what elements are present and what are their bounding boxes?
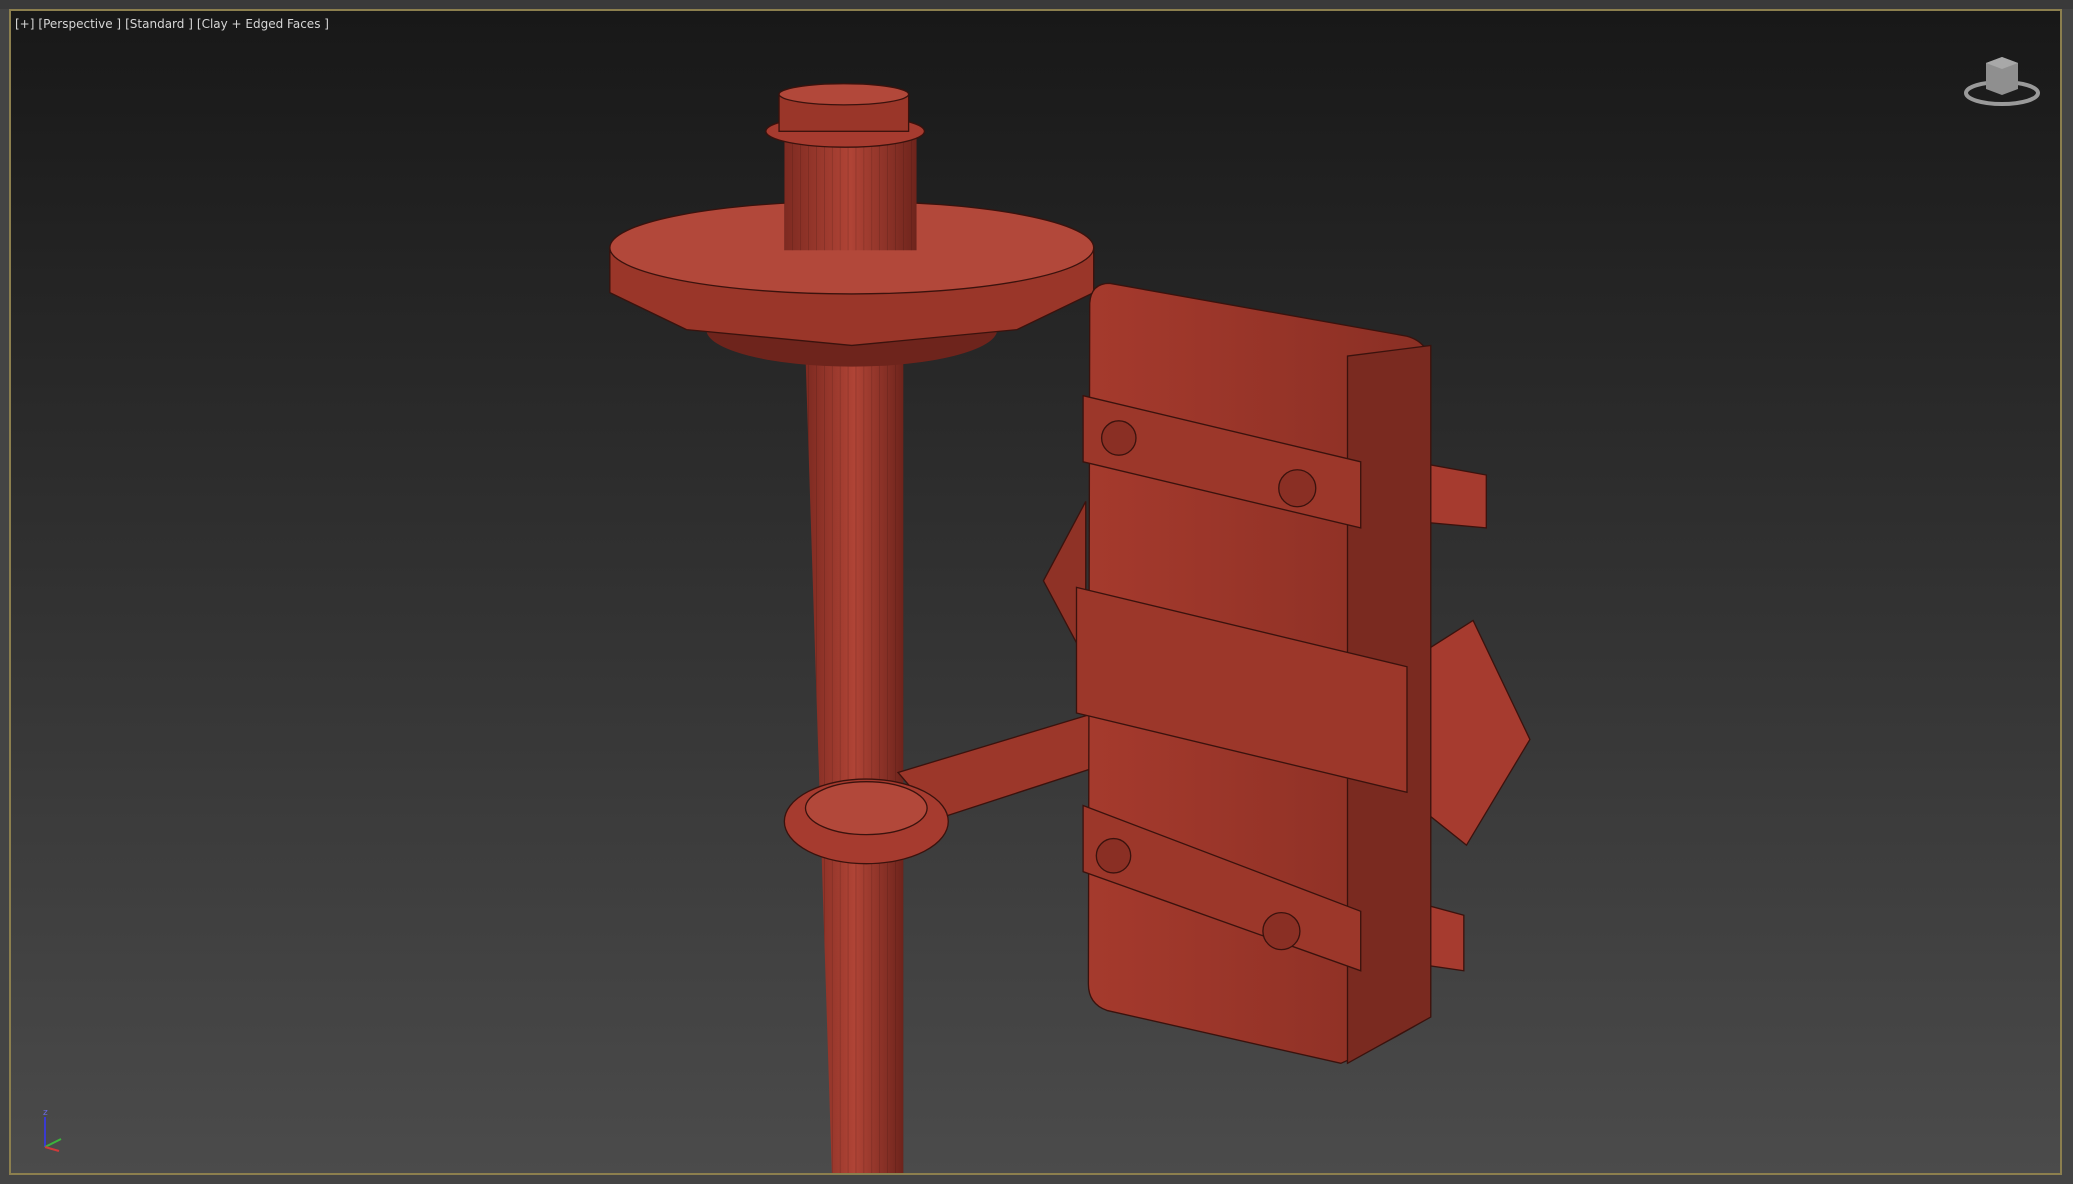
viewport-label-menu: [+] [Perspective ] [Standard ] [Clay + Edge… xyxy=(15,17,333,31)
top-strip xyxy=(0,0,2073,9)
viewport-point-of-view-menu[interactable]: [Perspective ] xyxy=(38,17,121,31)
viewport-display-mode-menu[interactable]: [Clay + Edged Faces ] xyxy=(197,17,329,31)
viewport-shading-standard-menu[interactable]: [Standard ] xyxy=(125,17,193,31)
dish-cap xyxy=(609,83,1095,367)
perspective-viewport[interactable]: [+] [Perspective ] [Standard ] [Clay + Edge… xyxy=(9,9,2062,1175)
z-axis-label: z xyxy=(43,1108,48,1118)
lantern-box xyxy=(1042,282,1531,1065)
viewport-general-menu[interactable]: [+] xyxy=(15,17,34,31)
axis-tripod-icon: z xyxy=(43,1108,62,1152)
viewcube-icon[interactable] xyxy=(1962,47,2042,115)
pole xyxy=(805,356,904,1173)
3d-model-lamp-post xyxy=(609,83,1531,1173)
